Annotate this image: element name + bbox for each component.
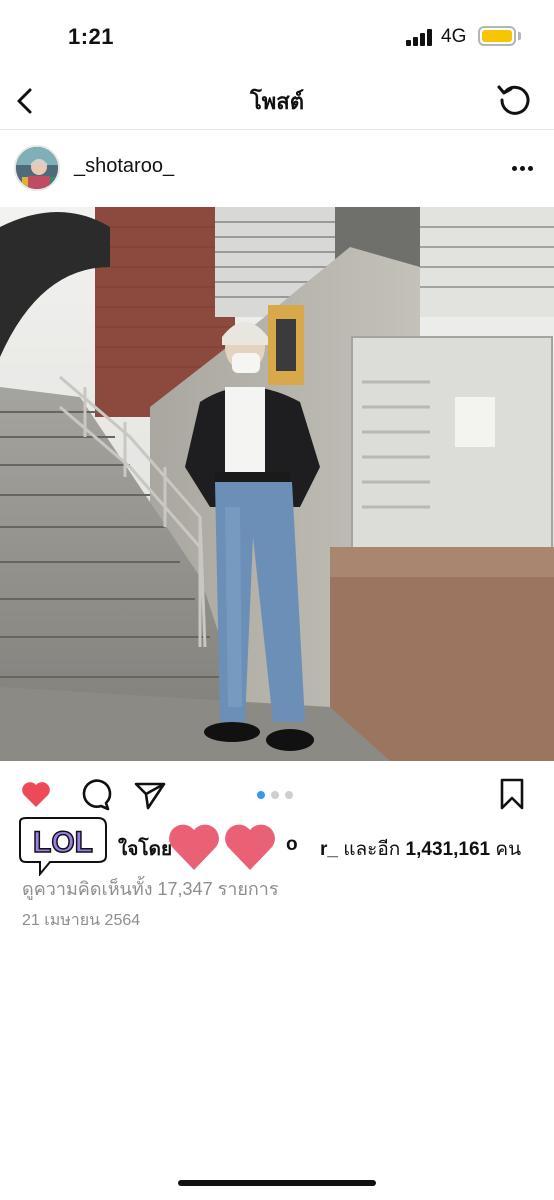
carousel-indicator	[257, 791, 297, 799]
street-photo-illustration	[0, 207, 554, 761]
more-options-button[interactable]	[506, 151, 540, 185]
post-image[interactable]	[0, 207, 554, 761]
likes-prefix: ใจโดย	[118, 839, 173, 860]
likes-count: 1,431,161	[405, 839, 491, 860]
comment-button[interactable]	[76, 776, 112, 812]
status-bar: 1:21 4G	[0, 0, 554, 72]
save-button[interactable]	[494, 776, 530, 812]
refresh-button[interactable]	[494, 78, 536, 120]
heart-sticker-2	[225, 824, 275, 870]
save-icon	[500, 778, 524, 810]
home-indicator[interactable]	[178, 1180, 376, 1186]
heart-sticker-1	[169, 824, 219, 870]
signal-icon	[406, 28, 434, 46]
battery-icon	[478, 26, 516, 46]
lol-sticker: LOL	[19, 817, 107, 876]
network-type: 4G	[441, 26, 467, 47]
page-title: โพสต์	[249, 89, 305, 114]
comment-icon	[82, 779, 112, 811]
and-more-label: และอีก	[343, 839, 401, 860]
battery-cap	[518, 32, 521, 40]
avatar[interactable]	[14, 145, 60, 191]
liker-name-tail: r_	[320, 839, 338, 860]
share-icon	[134, 782, 166, 810]
likes-count-text: r_ และอีก 1,431,161 คน	[320, 834, 521, 864]
likes-summary[interactable]: ใจโดย o r_ และอีก 1,431,161 คน LOL	[16, 817, 546, 876]
nav-bar: โพสต์	[0, 72, 554, 130]
liker-name-fragment: o	[286, 834, 298, 855]
like-button[interactable]	[18, 776, 54, 812]
post-header: _shotaroo_	[0, 131, 554, 207]
share-button[interactable]	[132, 776, 168, 812]
likes-unit: คน	[495, 839, 522, 860]
refresh-icon	[497, 85, 530, 115]
view-comments-link[interactable]: ดูความคิดเห็นทั้ง 17,347 รายการ	[22, 874, 279, 903]
status-time: 1:21	[68, 24, 115, 49]
post-date: 21 เมษายน 2564	[22, 912, 141, 929]
post-username[interactable]: _shotaroo_	[74, 155, 174, 178]
lol-sticker-text: LOL	[33, 826, 93, 859]
heart-icon	[22, 782, 50, 807]
